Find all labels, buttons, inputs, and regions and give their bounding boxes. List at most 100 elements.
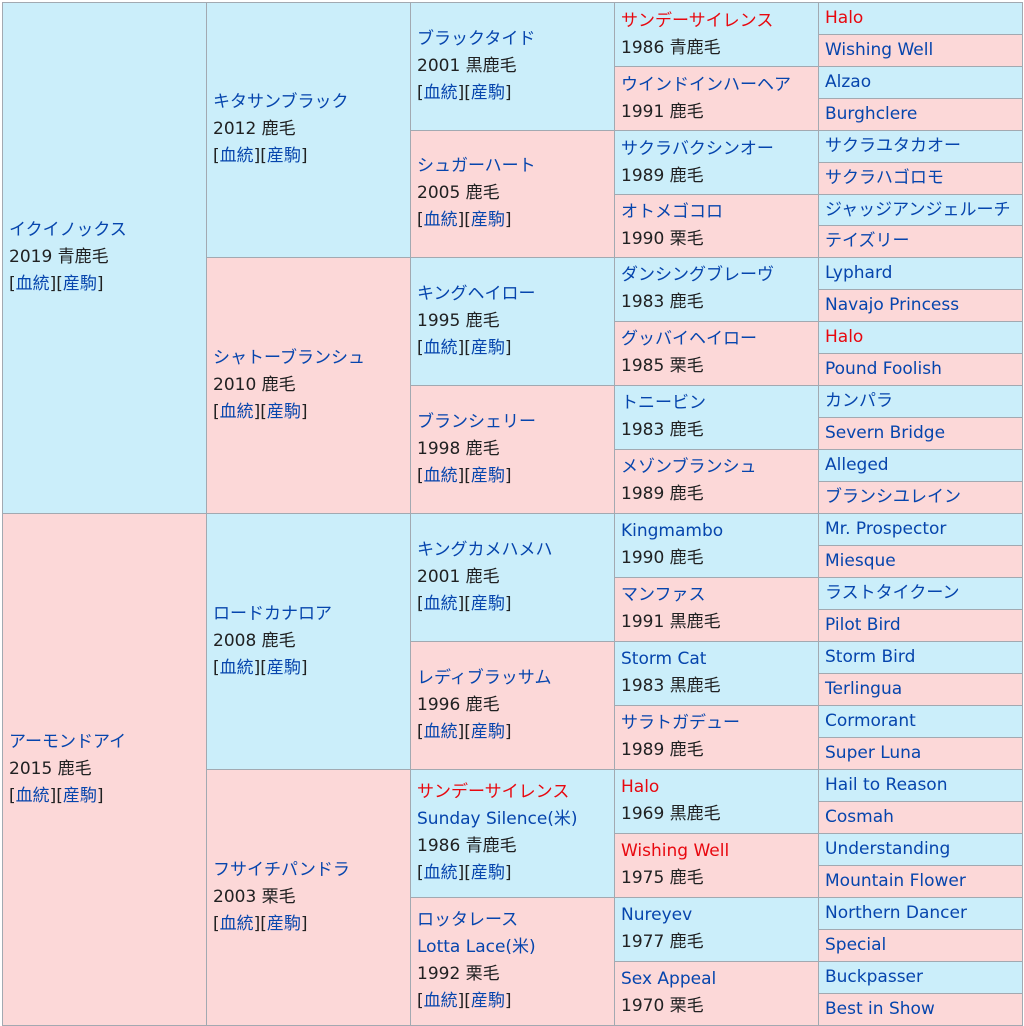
g2-horse-0-progeny-link[interactable]: 産駒: [267, 146, 301, 166]
g3-horse-0-progeny-link[interactable]: 産駒: [471, 83, 505, 103]
horse-name[interactable]: Halo: [825, 327, 863, 347]
horse-name[interactable]: トニービン: [621, 390, 812, 417]
horse-name[interactable]: カンパラ: [825, 391, 893, 411]
horse-name[interactable]: Best in Show: [825, 999, 935, 1019]
horse-name[interactable]: Mr. Prospector: [825, 519, 946, 539]
g3-horse-6-progeny-link[interactable]: 産駒: [471, 863, 505, 883]
g2-horse-3-bloodline-link[interactable]: 血統: [220, 914, 254, 934]
g3-horse-1-bloodline-link[interactable]: 血統: [424, 210, 458, 230]
g1-horse-0-bloodline-link[interactable]: 血統: [16, 274, 50, 294]
horse-name[interactable]: キングカメハメハ: [417, 537, 608, 564]
g2-horse-1-bloodline-link[interactable]: 血統: [220, 402, 254, 422]
g3-horse-2-bloodline-link[interactable]: 血統: [424, 338, 458, 358]
horse-name[interactable]: サンデーサイレンス: [621, 8, 812, 35]
horse-name[interactable]: Halo: [621, 774, 812, 801]
horse-name[interactable]: アーモンドアイ: [9, 729, 200, 756]
g3-horse-7-progeny-link[interactable]: 産駒: [471, 991, 505, 1011]
horse-foreign-name[interactable]: Lotta Lace(米): [417, 934, 608, 961]
horse-name[interactable]: Halo: [825, 8, 863, 28]
horse-name[interactable]: シャトーブランシュ: [213, 345, 404, 372]
horse-name[interactable]: サンデーサイレンス: [417, 779, 608, 806]
horse-name[interactable]: グッバイヘイロー: [621, 326, 812, 353]
g1-horse-1-bloodline-link[interactable]: 血統: [16, 786, 50, 806]
horse-name[interactable]: サクラハゴロモ: [825, 168, 944, 188]
horse-name[interactable]: フサイチパンドラ: [213, 857, 404, 884]
g2-horse-0-bloodline-link[interactable]: 血統: [220, 146, 254, 166]
horse-name[interactable]: Nureyev: [621, 902, 812, 929]
g3-horse-4-progeny-link[interactable]: 産駒: [471, 594, 505, 614]
horse-name[interactable]: ロードカナロア: [213, 601, 404, 628]
horse-name[interactable]: Mountain Flower: [825, 871, 966, 891]
horse-name[interactable]: Burghclere: [825, 104, 917, 124]
horse-birth-and-color: 2005 鹿毛: [417, 183, 500, 204]
horse-name[interactable]: Severn Bridge: [825, 423, 945, 443]
horse-name[interactable]: Kingmambo: [621, 518, 812, 545]
g2-horse-3-progeny-link[interactable]: 産駒: [267, 914, 301, 934]
horse-name[interactable]: Understanding: [825, 839, 950, 859]
g3-horse-4-bloodline-link[interactable]: 血統: [424, 594, 458, 614]
horse-name[interactable]: Cosmah: [825, 807, 894, 827]
horse-name[interactable]: キタサンブラック: [213, 89, 404, 116]
horse-birth-and-color: 1983 鹿毛: [621, 420, 704, 441]
horse-name[interactable]: Sex Appeal: [621, 966, 812, 993]
g1-horse-1-progeny-link[interactable]: 産駒: [63, 786, 97, 806]
horse-name[interactable]: サクラバクシンオー: [621, 136, 812, 163]
horse-birth-and-color: 2001 黒鹿毛: [417, 56, 517, 76]
g3-horse-5-progeny-link[interactable]: 産駒: [471, 722, 505, 742]
g3-horse-2-progeny-link[interactable]: 産駒: [471, 338, 505, 358]
horse-name[interactable]: Northern Dancer: [825, 903, 967, 923]
horse-name[interactable]: イクイノックス: [9, 217, 200, 244]
pedigree-table: イクイノックス 2019 青鹿毛 [血統][産駒] キタサンブラック 2012 鹿毛 [血…: [2, 2, 1023, 1026]
horse-name[interactable]: Pound Foolish: [825, 359, 942, 379]
horse-name[interactable]: Terlingua: [825, 679, 902, 699]
horse-name[interactable]: ブランシェリー: [417, 409, 608, 436]
g3-horse-3-progeny-link[interactable]: 産駒: [471, 466, 505, 486]
horse-name[interactable]: Lyphard: [825, 263, 892, 283]
horse-name[interactable]: テイズリー: [825, 231, 910, 251]
g3-horse-0-bloodline-link[interactable]: 血統: [424, 83, 458, 103]
g3-horse-5-bloodline-link[interactable]: 血統: [424, 722, 458, 742]
horse-name[interactable]: シュガーハート: [417, 153, 608, 180]
horse-name[interactable]: Pilot Bird: [825, 615, 901, 635]
horse-name[interactable]: ダンシングブレーヴ: [621, 262, 812, 289]
horse-name[interactable]: ジャッジアンジェルーチ: [825, 200, 1010, 220]
g3-horse-1-progeny-link[interactable]: 産駒: [471, 210, 505, 230]
horse-birth-and-color: 1983 鹿毛: [621, 292, 704, 313]
horse-name[interactable]: Storm Bird: [825, 647, 915, 667]
horse-foreign-name[interactable]: Sunday Silence(米): [417, 806, 608, 833]
horse-name[interactable]: Wishing Well: [621, 838, 812, 865]
horse-name[interactable]: Alleged: [825, 455, 889, 475]
g3-horse-6-bloodline-link[interactable]: 血統: [424, 863, 458, 883]
horse-name[interactable]: ブランシユレイン: [825, 487, 961, 507]
horse-name[interactable]: オトメゴコロ: [621, 199, 812, 226]
horse-birth-and-color: 1990 栗毛: [621, 228, 704, 249]
horse-name[interactable]: マンファス: [621, 582, 812, 609]
horse-name[interactable]: キングヘイロー: [417, 281, 608, 308]
g3-horse-7-bloodline-link[interactable]: 血統: [424, 991, 458, 1011]
horse-birth-and-color: 1985 栗毛: [621, 356, 704, 377]
horse-name[interactable]: メゾンブランシュ: [621, 454, 812, 481]
horse-name[interactable]: Hail to Reason: [825, 775, 947, 795]
horse-name[interactable]: ウインドインハーヘア: [621, 72, 812, 99]
g2-horse-2-progeny-link[interactable]: 産駒: [267, 658, 301, 678]
horse-name[interactable]: Miesque: [825, 551, 896, 571]
horse-name[interactable]: Alzao: [825, 72, 871, 92]
horse-name[interactable]: Navajo Princess: [825, 295, 959, 315]
horse-name[interactable]: サラトガデュー: [621, 710, 812, 737]
horse-name[interactable]: Super Luna: [825, 743, 921, 763]
horse-name[interactable]: Cormorant: [825, 711, 916, 731]
g2-horse-2-bloodline-link[interactable]: 血統: [220, 658, 254, 678]
horse-name[interactable]: Special: [825, 935, 886, 955]
horse-name[interactable]: Storm Cat: [621, 646, 812, 673]
g2-horse-1-progeny-link[interactable]: 産駒: [267, 402, 301, 422]
g1-horse-0-progeny-link[interactable]: 産駒: [63, 274, 97, 294]
horse-name[interactable]: ロッタレース: [417, 907, 608, 934]
horse-name[interactable]: ブラックタイド: [417, 26, 608, 53]
horse-name[interactable]: Wishing Well: [825, 40, 933, 60]
g3-horse-3-bloodline-link[interactable]: 血統: [424, 466, 458, 486]
horse-name[interactable]: ラストタイクーン: [825, 583, 959, 603]
horse-name[interactable]: レディブラッサム: [417, 665, 608, 692]
horse-name[interactable]: サクラユタカオー: [825, 136, 961, 156]
horse-links: [血統][産駒]: [9, 785, 104, 806]
g2-horse-1: シャトーブランシュ 2010 鹿毛 [血統][産駒]: [206, 256, 411, 514]
